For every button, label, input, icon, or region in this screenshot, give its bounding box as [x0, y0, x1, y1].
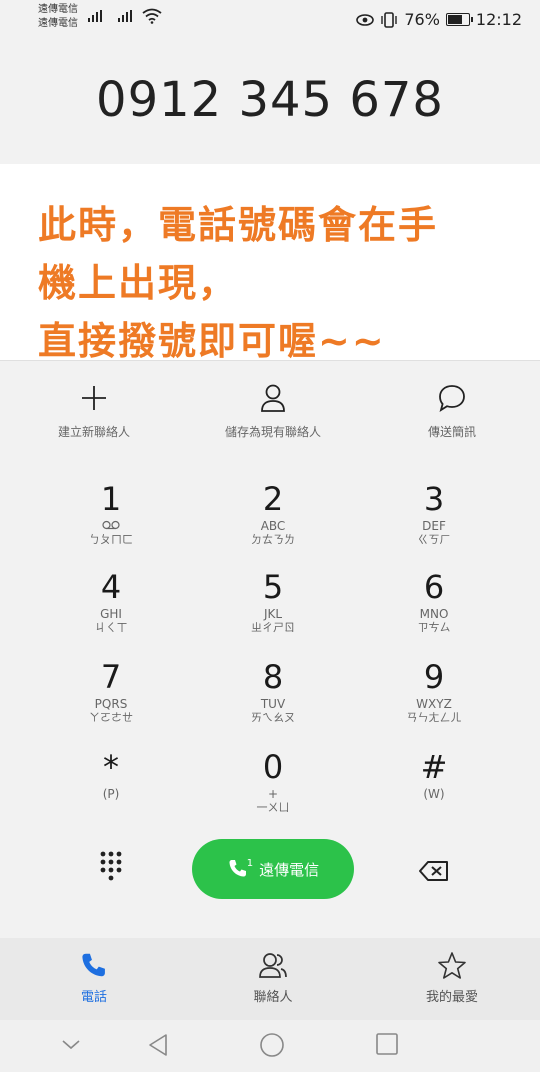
voicemail-icon — [21, 519, 201, 533]
chevron-down-icon[interactable] — [60, 1038, 82, 1052]
signal-2-icon — [118, 10, 132, 22]
new-contact-label: 建立新聯絡人 — [57, 425, 130, 439]
tab-phone-label: 電話 — [80, 990, 107, 1005]
status-bar: 遠傳電信 遠傳電信 76% 12:12 — [0, 0, 540, 42]
key-zhuyin: ㄉㄊㄋㄌ — [251, 533, 295, 546]
key-zhuyin: ㄓㄔㄕㄖ — [251, 621, 295, 634]
new-contact-button[interactable]: 建立新聯絡人 — [4, 379, 184, 440]
key-letters: (W) — [423, 787, 445, 801]
key-2[interactable]: 2 ABC ㄉㄊㄋㄌ — [183, 481, 363, 547]
back-icon[interactable] — [146, 1032, 170, 1058]
key-letters: DEF — [422, 519, 446, 533]
key-5[interactable]: 5 JKL ㄓㄔㄕㄖ — [183, 569, 363, 635]
tab-phone[interactable]: 電話 — [4, 950, 184, 1005]
instruction-note: 此時，電話號碼會在手 機上出現， 直接撥號即可喔~~ — [0, 164, 540, 363]
note-line-3: 直接撥號即可喔~~ — [38, 319, 386, 363]
phone-call-icon — [229, 860, 246, 877]
key-6[interactable]: 6 MNO ㄗㄘㄙ — [344, 569, 524, 635]
backspace-icon[interactable] — [418, 860, 450, 882]
tab-favorites[interactable]: 我的最愛 — [362, 950, 540, 1005]
key-digit: 1 — [100, 480, 122, 518]
key-zhuyin: ㄗㄘㄙ — [417, 621, 451, 634]
status-right: 76% 12:12 — [356, 10, 522, 29]
tab-favorites-label: 我的最愛 — [425, 990, 478, 1005]
key-zhuyin: ㄍㄎㄏ — [417, 533, 451, 546]
clock: 12:12 — [475, 10, 522, 29]
key-digit: 2 — [262, 480, 284, 518]
key-3[interactable]: 3 DEF ㄍㄎㄏ — [344, 481, 524, 547]
key-digit: 9 — [423, 658, 445, 696]
note-line-2: 機上出現， — [38, 261, 239, 305]
person-icon — [261, 384, 285, 412]
carrier-1: 遠傳電信 — [38, 4, 78, 15]
key-4[interactable]: 4 GHI ㄐㄑㄒ — [21, 569, 201, 635]
key-zhuyin: 一ㄨㄩ — [256, 801, 290, 814]
plus-icon — [82, 386, 106, 410]
call-button[interactable]: 1 遠傳電信 — [192, 839, 354, 899]
system-nav-bar — [0, 1020, 540, 1072]
key-0[interactable]: 0 + 一ㄨㄩ — [183, 749, 363, 815]
key-hash[interactable]: # (W) — [344, 749, 524, 801]
battery-icon — [445, 13, 473, 26]
vibrate-icon — [381, 11, 398, 28]
key-star[interactable]: * (P) — [21, 749, 201, 801]
key-zhuyin: ㄐㄑㄒ — [94, 621, 128, 634]
home-icon[interactable] — [259, 1032, 285, 1058]
save-existing-contact-button[interactable]: 儲存為現有聯絡人 — [183, 379, 363, 440]
key-letters: MNO — [419, 607, 449, 621]
key-zhuyin: ㄢㄣㄤㄥㄦ — [406, 711, 462, 724]
eye-comfort-icon — [356, 13, 375, 26]
sim-number: 1 — [246, 857, 254, 869]
key-letters: WXYZ — [416, 697, 452, 711]
key-zhuyin: ㄞㄟㄠㄡ — [251, 711, 295, 724]
key-digit: 4 — [100, 568, 122, 606]
key-letters: PQRS — [94, 697, 128, 711]
battery-percent: 76% — [404, 10, 440, 29]
dialed-number[interactable]: 0912 345 678 — [0, 72, 540, 128]
tab-contacts-label: 聯絡人 — [253, 990, 293, 1005]
key-9[interactable]: 9 WXYZ ㄢㄣㄤㄥㄦ — [344, 659, 524, 725]
tab-contacts[interactable]: 聯絡人 — [183, 950, 363, 1005]
key-digit: 5 — [262, 568, 284, 606]
call-carrier-label: 遠傳電信 — [259, 860, 320, 879]
chat-bubble-icon — [439, 385, 465, 412]
save-existing-label: 儲存為現有聯絡人 — [224, 425, 321, 439]
key-letters: JKL — [263, 607, 283, 621]
dial-pad: 1 ㄅㄆㄇㄈ 2 ABC ㄉㄊㄋㄌ 3 DEF ㄍㄎㄏ 4 GHI ㄐㄑㄒ 5 … — [0, 463, 540, 933]
quick-actions: 建立新聯絡人 儲存為現有聯絡人 傳送簡訊 — [0, 360, 540, 464]
key-letters: GHI — [100, 607, 122, 621]
key-1[interactable]: 1 ㄅㄆㄇㄈ — [21, 481, 201, 547]
key-8[interactable]: 8 TUV ㄞㄟㄠㄡ — [183, 659, 363, 725]
signal-1-icon — [88, 10, 102, 22]
wifi-icon — [142, 8, 162, 24]
key-letters: (P) — [102, 787, 120, 801]
phone-icon — [82, 953, 105, 977]
bottom-tab-bar: 電話 聯絡人 我的最愛 — [0, 938, 540, 1020]
key-zhuyin: ㄅㄆㄇㄈ — [89, 533, 133, 546]
send-sms-button[interactable]: 傳送簡訊 — [362, 379, 540, 440]
key-digit: * — [103, 748, 119, 786]
carrier-labels: 遠傳電信 遠傳電信 — [38, 3, 78, 31]
carrier-2: 遠傳電信 — [38, 18, 78, 29]
key-digit: 8 — [262, 658, 284, 696]
key-zhuyin: ㄚㄛㄜㄝ — [89, 711, 133, 724]
key-letters: ABC — [260, 519, 286, 533]
recents-icon[interactable] — [375, 1032, 399, 1056]
key-digit: 6 — [423, 568, 445, 606]
dialpad-toggle-icon[interactable] — [100, 851, 122, 883]
key-letters: TUV — [260, 697, 286, 711]
send-sms-label: 傳送簡訊 — [427, 425, 476, 439]
key-digit: # — [420, 748, 448, 786]
key-7[interactable]: 7 PQRS ㄚㄛㄜㄝ — [21, 659, 201, 725]
number-display: 0912 345 678 — [0, 42, 540, 164]
key-digit: 0 — [262, 748, 284, 786]
key-letters: + — [267, 787, 279, 801]
key-digit: 3 — [423, 480, 445, 518]
contacts-icon — [259, 953, 287, 978]
star-icon — [438, 952, 466, 979]
note-line-1: 此時，電話號碼會在手 — [38, 203, 439, 247]
key-digit: 7 — [100, 658, 122, 696]
